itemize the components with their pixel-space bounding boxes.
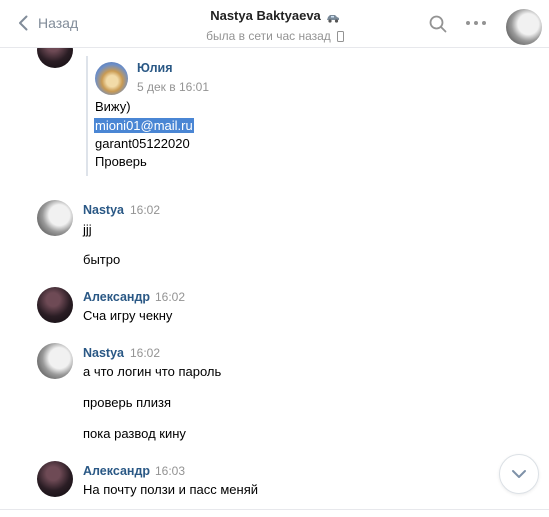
- chevron-down-icon: [511, 467, 527, 482]
- message-text: jjj: [83, 222, 92, 237]
- message-text: На почту ползи и пасс меняй: [83, 482, 259, 497]
- forwarded-line: Вижу): [95, 99, 131, 114]
- forwarded-line: garant05122020: [95, 136, 190, 151]
- avatar[interactable]: [37, 343, 73, 379]
- forwarded-author-avatar[interactable]: [95, 62, 128, 95]
- divider: [0, 509, 549, 510]
- back-label: Назад: [38, 15, 79, 31]
- message-text: Сча игру чекну: [83, 308, 173, 323]
- search-icon[interactable]: [429, 15, 447, 33]
- car-icon: [326, 11, 340, 23]
- phone-icon: [336, 30, 344, 42]
- chat-title: Nastya Baktyaeva: [210, 8, 321, 23]
- message-time[interactable]: 16:02: [130, 346, 160, 360]
- scroll-down-button[interactable]: [499, 454, 539, 494]
- message-text: а что логин что пароль: [83, 364, 222, 379]
- message-text: бытро: [83, 252, 121, 267]
- forwarded-date[interactable]: 5 дек в 16:01: [137, 80, 209, 94]
- chat-header: Назад Nastya Baktyaeva была в сети час н…: [0, 0, 549, 48]
- avatar[interactable]: [37, 287, 73, 323]
- avatar[interactable]: [37, 461, 73, 497]
- message-author[interactable]: Александр: [83, 290, 150, 304]
- forwarded-message-bar: [86, 56, 88, 176]
- back-button[interactable]: Назад: [14, 13, 78, 33]
- header-avatar[interactable]: [506, 9, 542, 45]
- online-status: была в сети час назад: [206, 29, 331, 43]
- message-time[interactable]: 16:03: [155, 464, 185, 478]
- message-time[interactable]: 16:02: [130, 203, 160, 217]
- chat-title-block[interactable]: Nastya Baktyaeva была в сети час назад: [150, 8, 400, 43]
- message-author[interactable]: Александр: [83, 464, 150, 478]
- message-time[interactable]: 16:02: [155, 290, 185, 304]
- forwarded-author-name[interactable]: Юлия: [137, 61, 173, 75]
- chevron-left-icon: [14, 13, 32, 33]
- forwarded-email-link[interactable]: mioni01@mail.ru: [94, 118, 194, 133]
- message-text: проверь плизя: [83, 395, 171, 410]
- message-text: пока развод кину: [83, 426, 186, 441]
- message-author[interactable]: Nastya: [83, 346, 124, 360]
- forwarded-line: Проверь: [95, 154, 147, 169]
- avatar[interactable]: [37, 200, 73, 236]
- more-icon[interactable]: [466, 21, 486, 27]
- message-author[interactable]: Nastya: [83, 203, 124, 217]
